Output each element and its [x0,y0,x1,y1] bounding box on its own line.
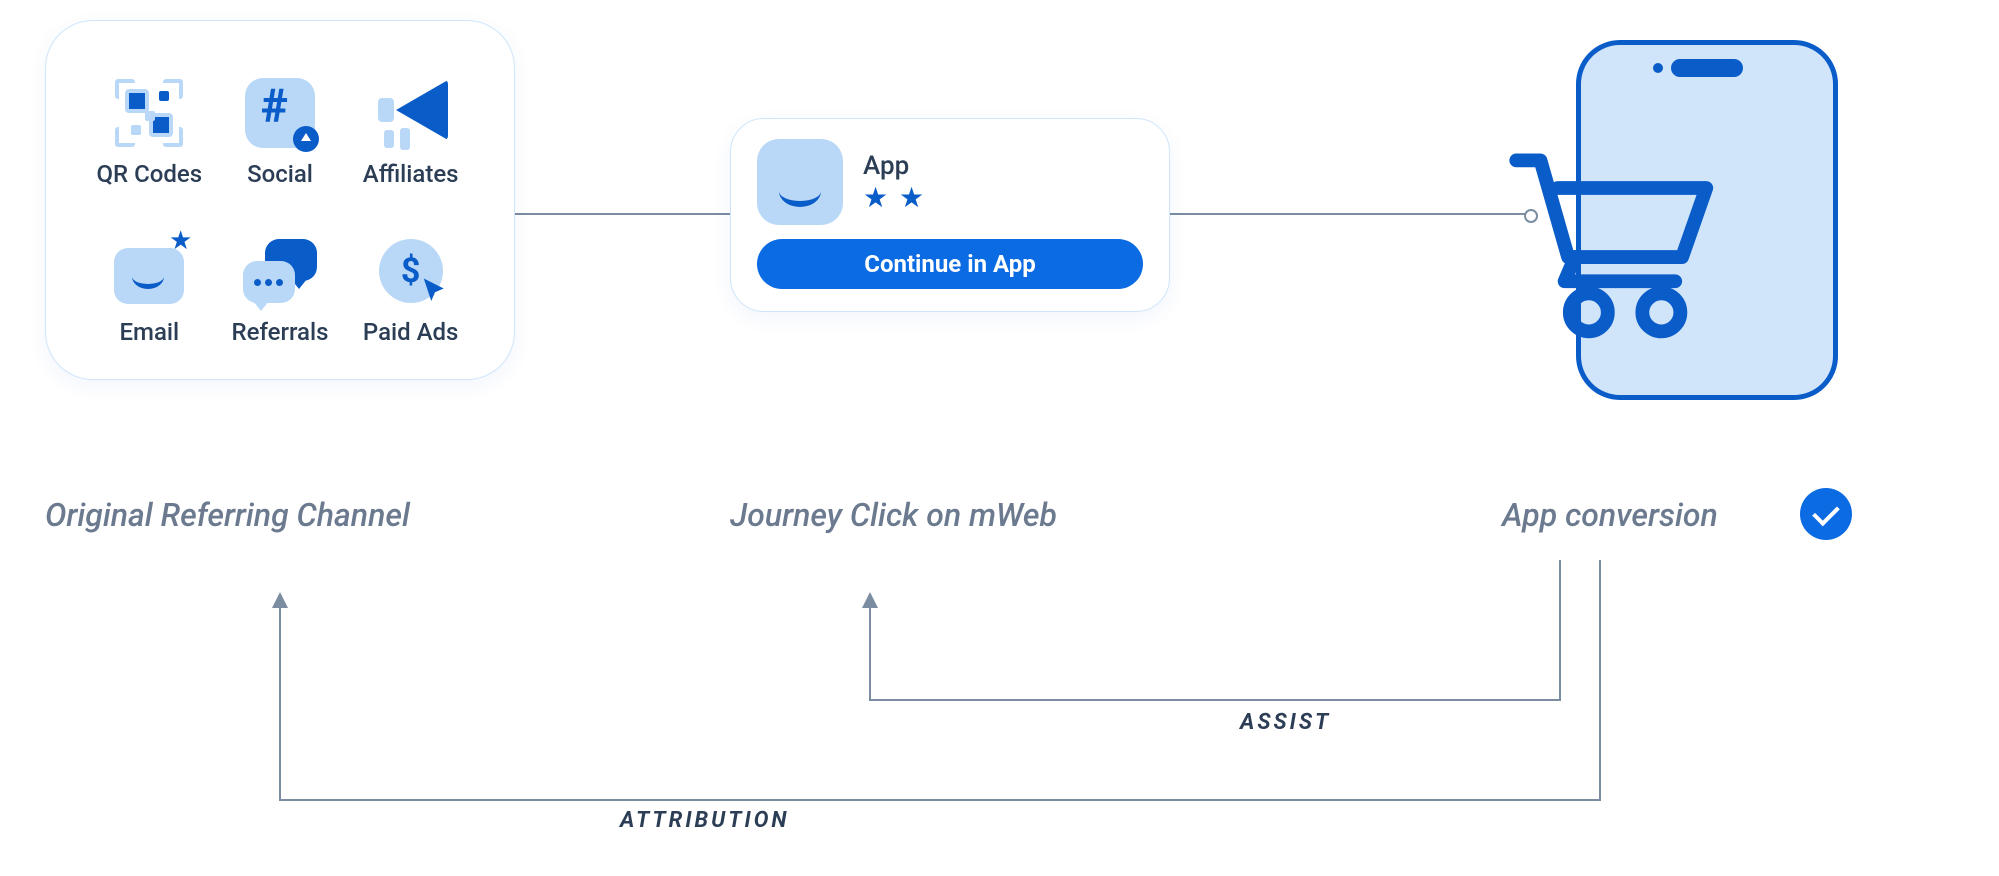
conversion-node [1508,40,1838,400]
channels-grid: QR Codes # Social Affiliates ★ Email [84,53,476,369]
referrals-icon [243,234,317,308]
channel-paid-ads: $ Paid Ads [345,211,476,369]
continue-in-app-button[interactable]: Continue in App [757,239,1143,289]
channel-label: Social [247,160,313,188]
channel-affiliates: Affiliates [345,53,476,211]
affiliates-icon [374,76,448,150]
app-meta: App ★ ★ [863,151,926,214]
paid-ads-icon: $ [374,234,448,308]
cursor-icon [420,276,450,310]
flow-label-assist: ASSIST [1240,710,1331,735]
app-name: App [863,151,926,181]
stage-label-mweb: Journey Click on mWeb [730,496,1057,534]
channel-email: ★ Email [84,211,215,369]
star-icon: ★ ★ [863,181,926,214]
flow-label-attribution: ATTRIBUTION [620,808,790,833]
app-icon [757,139,843,225]
app-banner-card: App ★ ★ Continue in App [730,118,1170,312]
shopping-cart-icon [1508,150,1718,340]
email-icon: ★ [112,234,186,308]
check-badge-icon [1800,488,1852,540]
stage-label-channel: Original Referring Channel [45,496,410,534]
app-header-row: App ★ ★ [757,139,1143,225]
social-icon: # [243,76,317,150]
channel-label: Paid Ads [363,318,459,346]
qr-icon [112,76,186,150]
channel-qr: QR Codes [84,53,215,211]
channels-card: QR Codes # Social Affiliates ★ Email [45,20,515,380]
channel-referrals: Referrals [215,211,346,369]
channel-label: Referrals [232,318,329,346]
diagram-stage: QR Codes # Social Affiliates ★ Email [0,0,1999,876]
channel-label: Email [120,318,180,346]
channel-social: # Social [215,53,346,211]
stage-label-conversion: App conversion [1502,496,1718,534]
channel-label: QR Codes [97,160,203,188]
channel-label: Affiliates [363,160,459,188]
